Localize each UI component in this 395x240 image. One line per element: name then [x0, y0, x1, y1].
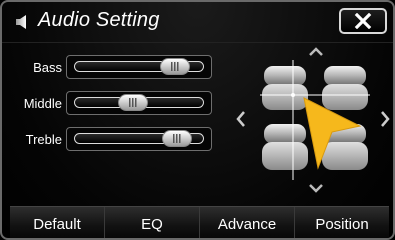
seats-icon[interactable]	[260, 60, 370, 180]
audio-setting-screen: Audio Setting Bass Middle Treble Default…	[0, 0, 395, 240]
arrow-left-icon[interactable]	[236, 110, 246, 128]
page-title: Audio Setting	[38, 9, 160, 31]
close-button[interactable]	[339, 8, 387, 34]
arrow-up-icon[interactable]	[308, 47, 324, 57]
bass-slider-thumb[interactable]	[160, 58, 191, 75]
bass-label: Bass	[33, 60, 62, 75]
treble-slider[interactable]	[66, 127, 212, 151]
tab-advance[interactable]: Advance	[200, 207, 295, 238]
header: Audio Setting	[2, 2, 393, 43]
tab-eq[interactable]: EQ	[105, 207, 200, 238]
tab-default[interactable]: Default	[10, 207, 105, 238]
middle-slider-thumb[interactable]	[117, 94, 148, 111]
bottom-tab-bar: Default EQ Advance Position	[10, 206, 389, 238]
tab-position[interactable]: Position	[295, 207, 389, 238]
middle-slider[interactable]	[66, 91, 212, 115]
middle-label: Middle	[23, 96, 62, 111]
speaker-icon	[16, 15, 26, 29]
close-icon	[354, 13, 372, 29]
arrow-right-icon[interactable]	[380, 110, 390, 128]
arrow-down-icon[interactable]	[308, 183, 324, 193]
treble-slider-thumb[interactable]	[161, 130, 192, 147]
treble-label: Treble	[25, 132, 62, 147]
bass-slider[interactable]	[66, 55, 212, 79]
